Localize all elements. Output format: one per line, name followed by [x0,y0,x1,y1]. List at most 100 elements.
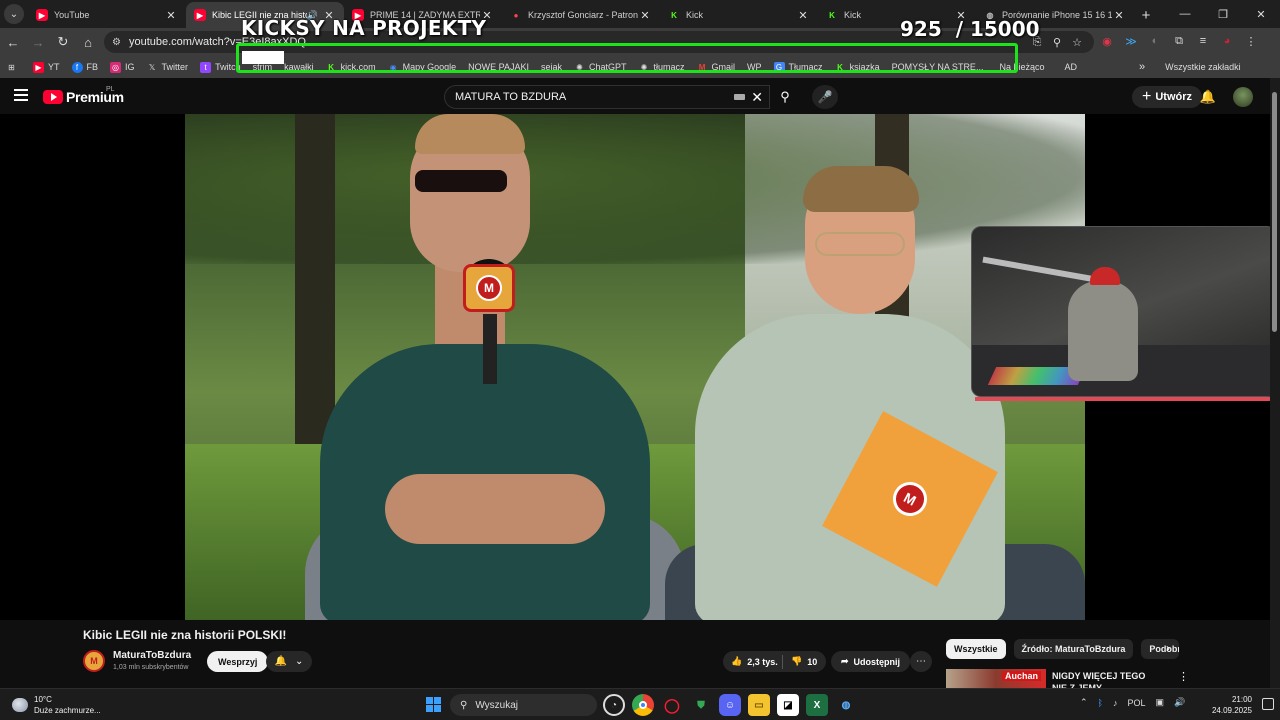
profile-icon[interactable]: ◕ [1218,32,1236,50]
streamer-webcam [971,226,1277,397]
bookmark-label: IG [125,62,135,72]
recommended-more-icon[interactable]: ⋮ [1178,670,1189,683]
file-explorer-icon[interactable]: ▭ [748,694,770,716]
all-bookmarks[interactable]: Wszystkie zakładki [658,58,1247,387]
mic-arm [982,256,1102,284]
search-button[interactable]: ⚲ [770,85,800,109]
close-icon[interactable]: ✕ [638,9,652,22]
tab-search-button[interactable]: ⌄ [0,0,28,28]
close-icon[interactable]: ✕ [1112,9,1126,22]
zoom-icon[interactable]: ⚲ [1050,35,1064,49]
clock-date: 24.09.2025 [1211,706,1252,715]
support-button[interactable]: Wesprzyj [207,651,269,672]
tool-extension-icon[interactable]: ≫ [1122,32,1140,50]
thumbs-up-icon: 👍 [731,656,743,666]
tray-overflow-icon[interactable]: ⌃ [1080,697,1088,708]
stream-goal-progress-fill [242,51,284,64]
queue-icon[interactable]: ≡ [1194,32,1212,50]
star-icon[interactable]: ☆ [1070,35,1084,49]
like-button[interactable]: 👍 2,3 tys. [723,654,783,669]
reload-icon[interactable]: ↻ [51,30,75,54]
volume-icon[interactable]: 🔊 [1174,697,1185,708]
apps-grid[interactable]: ⊞ [0,58,27,76]
menu-icon[interactable] [14,89,28,101]
create-button[interactable]: + Utwórz [1132,86,1203,108]
site-info-icon[interactable]: ⚙ [112,37,121,48]
chip-similar[interactable]: Podobne [1141,639,1180,659]
subscription-bell-button[interactable]: 🔔 ⌄ [266,651,312,672]
chip-all[interactable]: Wszystkie [946,639,1006,659]
restore-icon[interactable]: ❐ [1204,0,1242,28]
notifications-bell-icon[interactable]: 🔔 [1198,87,1218,107]
opera-icon[interactable]: ◯ [661,694,683,716]
obs-icon[interactable]: ◔ [603,694,625,716]
tab-patronite[interactable]: ● Krzysztof Gonciarz - Patronite.p ✕ [502,2,660,28]
share-button[interactable]: ➦ Udostępnij [831,651,911,672]
bookmark-fb[interactable]: f FB [66,58,105,76]
capcut-icon[interactable]: ◪ [777,694,799,716]
new-tab-button[interactable]: + [1134,2,1158,28]
extensions-row: ◉ ≫ ◐ ⧉ ≡ ◕ ⋮ [1098,32,1260,50]
youtube-premium-brand[interactable]: Premium [66,89,124,105]
puzzle-icon[interactable]: ⧉ [1170,32,1188,50]
bookmark-twitter[interactable]: 𝕏 Twitter [141,58,195,76]
youtube-logo-icon[interactable] [43,90,63,104]
forward-icon[interactable]: → [26,30,50,54]
x-icon: 𝕏 [148,62,156,72]
kebab-menu-icon[interactable]: ⋮ [1242,32,1260,50]
page-scrollbar[interactable] [1270,78,1280,688]
close-window-icon[interactable]: ✕ [1242,0,1280,28]
dislike-button[interactable]: 👎 10 [783,656,817,667]
weather-widget[interactable]: 10°C Duże zachmurze... [12,694,101,716]
bookmark-yt[interactable]: ▶ YT [27,58,66,76]
youtube-icon: ▶ [36,9,48,21]
facebook-icon: f [71,61,83,73]
brave-icon[interactable]: ⛊ [690,694,712,716]
notifications-icon[interactable] [1262,698,1274,710]
person-left-arm [385,474,605,544]
window-controls: — ❐ ✕ [1166,0,1280,28]
weather-description: Duże zachmurze... [34,706,101,715]
video-player[interactable]: M M [185,114,1085,620]
recommended-thumbnail[interactable]: Auchan [946,669,1046,688]
bluetooth-icon[interactable]: ᛒ [1098,698,1103,708]
windows-taskbar: 10°C Duże zachmurze... ⚲ Wyszukaj ◔ ◯ ⛊ ☺… [0,688,1280,720]
bookmarks-overflow-icon[interactable]: » [1133,58,1151,76]
keyboard-icon[interactable] [734,94,745,100]
bookmark-ig[interactable]: ◎ IG [104,58,141,76]
taskbar-search[interactable]: ⚲ Wyszukaj [450,694,597,716]
mic-tray-icon[interactable]: ♪ [1113,698,1118,708]
globe-app-icon[interactable]: ◍ [835,694,857,716]
bookmark-ad[interactable]: AD [658,58,1083,387]
chevron-right-icon[interactable]: › [1166,641,1170,655]
clear-search-icon[interactable]: ✕ [751,89,763,106]
chrome-icon[interactable] [632,694,654,716]
tab-kick-1[interactable]: K Kick ✕ [660,2,818,28]
channel-name[interactable]: MaturaToBzdura [113,650,191,661]
chevron-down-icon: ⌄ [295,656,304,667]
home-icon[interactable]: ⌂ [76,30,100,54]
language-indicator[interactable]: POL [1127,698,1145,708]
voice-search-button[interactable]: 🎤 [812,85,838,109]
more-actions-icon[interactable]: ⋯ [910,651,932,672]
record-extension-icon[interactable]: ◉ [1098,32,1116,50]
back-icon[interactable]: ← [1,30,25,54]
discord-icon[interactable]: ☺ [719,694,741,716]
apps-icon: ⊞ [8,62,15,72]
scrollbar-thumb[interactable] [1272,92,1277,332]
windows-start-icon[interactable] [426,697,441,712]
network-icon[interactable]: ▣ [1155,697,1164,708]
excel-icon[interactable]: X [806,694,828,716]
minimize-icon[interactable]: — [1166,0,1204,28]
tab-youtube[interactable]: ▶ YouTube ✕ [28,2,186,28]
taskbar-clock[interactable]: 21:00 24.09.2025 [1210,694,1252,716]
microphone-icon: 🎤 [817,90,833,104]
search-input[interactable]: MATURA TO BZDURA ✕ [444,85,770,109]
close-icon[interactable]: ✕ [796,9,810,22]
user-avatar[interactable] [1233,87,1253,107]
taskbar-apps: ◔ ◯ ⛊ ☺ ▭ ◪ X ◍ [603,694,857,716]
channel-avatar[interactable]: M [83,650,105,672]
close-icon[interactable]: ✕ [164,9,178,22]
shield-extension-icon[interactable]: ◐ [1146,32,1164,50]
chip-source[interactable]: Źródło: MaturaToBzdura [1013,639,1134,659]
